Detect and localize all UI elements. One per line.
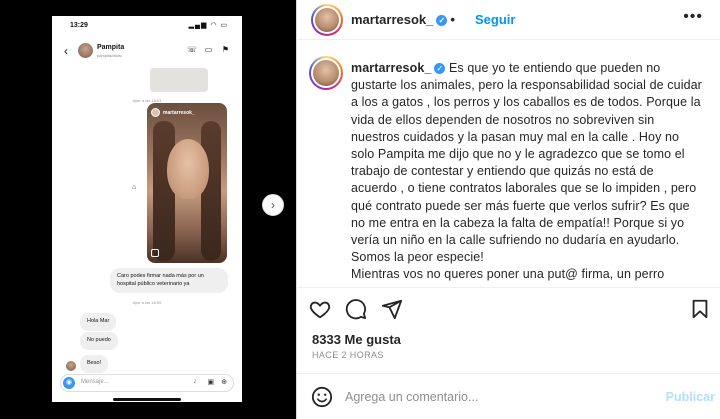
author-avatar[interactable] xyxy=(311,4,343,36)
share-send-icon[interactable] xyxy=(381,298,403,320)
post-caption: martarresok_ ✓ Es que yo te entiendo que … xyxy=(351,60,703,284)
caption-line: acuerdo , o tiene contratos laborales qu… xyxy=(351,181,697,196)
separator-dot: • xyxy=(450,12,455,27)
dm-reply-avatar xyxy=(66,361,76,371)
caption-line: qué contrato puede ser más fuerte que ve… xyxy=(351,198,690,213)
previous-message-crop xyxy=(150,68,208,92)
dm-screenshot-image: 13:29 ▂▄▆ ◠ ▭ ‹ Pampita pampitaoficial ☏… xyxy=(52,16,242,402)
comment-input[interactable]: Agrega un comentario... xyxy=(345,390,478,404)
caption-line: Es que yo te entiendo que pueden no xyxy=(449,61,661,75)
caption-line: nuestros cuidados y la pasan muy mal en … xyxy=(351,129,680,144)
status-time: 13:29 xyxy=(70,22,88,29)
caption-line: vería un niño en la calle sufriendo no d… xyxy=(351,233,680,248)
caption-username[interactable]: martarresok_ xyxy=(351,61,431,75)
caption-avatar[interactable] xyxy=(309,56,343,90)
caption-line: solo Pampita me dijo que no y le agradez… xyxy=(351,147,685,162)
dm-message-sent: Caro podes firmar nada más por un hospit… xyxy=(110,268,228,293)
back-arrow-icon: ‹ xyxy=(64,44,68,58)
story-username: martarresok_ xyxy=(163,109,195,116)
caption-line: trabajo de contestar y entiendo que quiz… xyxy=(351,164,654,179)
gallery-icon: ▣ xyxy=(207,379,215,386)
signal-icons: ▂▄▆ ◠ ▭ xyxy=(188,22,228,29)
post-details-panel: martarresok_ ✓ • Seguir ••• martarresok_ ✓ … xyxy=(296,0,720,419)
post-media[interactable]: 13:29 ▂▄▆ ◠ ▭ ‹ Pampita pampitaoficial ☏… xyxy=(0,0,296,419)
dm-header-icons: ☏ ▭ ⚑ xyxy=(187,45,230,54)
dm-reply-2: No puedo xyxy=(80,332,118,350)
dm-reply-3: Beso! xyxy=(80,355,109,373)
dm-header: ‹ Pampita pampitaoficial ☏ ▭ ⚑ xyxy=(52,40,242,64)
publish-button[interactable]: Publicar xyxy=(666,390,715,404)
caption-text: Es que yo te entiendo que pueden no gusta… xyxy=(351,61,702,284)
phone-icon: ☏ xyxy=(187,45,198,54)
emoji-smile-icon[interactable] xyxy=(311,386,333,408)
story-face xyxy=(167,139,209,199)
phone-status-bar: 13:29 ▂▄▆ ◠ ▭ xyxy=(52,20,242,34)
follow-button[interactable]: Seguir xyxy=(475,12,515,27)
author-username[interactable]: martarresok_ xyxy=(351,12,433,27)
caption-line: no me entra en la cabeza la falta de emp… xyxy=(351,215,685,230)
dm-composer: ◉ Mensaje... ♩ ▣ ⊕ xyxy=(60,374,234,392)
flag-icon: ⚑ xyxy=(221,45,230,54)
story-header: martarresok_ xyxy=(151,108,195,117)
caption-line: gustarte los animales, pero la responsab… xyxy=(351,78,702,93)
video-icon: ▭ xyxy=(204,45,213,54)
verified-badge-icon: ✓ xyxy=(436,15,448,26)
next-slide-button[interactable]: › xyxy=(262,194,284,216)
share-icon: ⌂ xyxy=(132,184,137,191)
like-heart-icon[interactable] xyxy=(309,298,331,320)
like-count[interactable]: 8333 Me gusta xyxy=(312,332,401,347)
home-indicator xyxy=(113,398,181,401)
shared-story-preview: martarresok_ xyxy=(147,103,227,263)
caption-line: vida de ellos dependen de nosotros no so… xyxy=(351,112,655,127)
comment-bar: Agrega un comentario... Publicar xyxy=(297,373,720,419)
more-options-icon[interactable]: ••• xyxy=(683,8,703,26)
dm-reply-1: Hola Mar xyxy=(80,313,117,331)
camera-icon: ◉ xyxy=(63,377,75,389)
story-media-icon xyxy=(151,249,159,257)
dm-contact-avatar xyxy=(78,43,93,58)
comment-icon[interactable] xyxy=(345,298,367,320)
post-header: martarresok_ ✓ • Seguir ••• xyxy=(297,0,720,40)
dm-contact-name: Pampita xyxy=(97,44,125,51)
dm-timestamp-2: Ayer a las 16:59 xyxy=(132,300,162,305)
dm-contact-handle: pampitaoficial xyxy=(97,53,122,58)
save-bookmark-icon[interactable] xyxy=(689,298,711,320)
instagram-post-view: 13:29 ▂▄▆ ◠ ▭ ‹ Pampita pampitaoficial ☏… xyxy=(0,0,720,419)
add-icon: ⊕ xyxy=(221,379,227,386)
caption-line: Mientras vos no queres poner una put@ fi… xyxy=(351,267,665,282)
caption-area: martarresok_ ✓ Es que yo te entiendo que … xyxy=(297,54,720,284)
caption-line: Somos la peor especie! xyxy=(351,250,484,265)
mic-icon: ♩ xyxy=(193,378,201,385)
post-timestamp[interactable]: HACE 2 HORAS xyxy=(312,350,384,360)
dm-composer-icons: ♩ ▣ ⊕ xyxy=(194,378,228,386)
dm-composer-placeholder: Mensaje... xyxy=(81,379,109,385)
caption-verified-icon: ✓ xyxy=(434,63,446,74)
post-actions xyxy=(297,287,720,331)
caption-line: a los a gatos , los perros y los caballo… xyxy=(351,95,701,110)
story-avatar xyxy=(151,108,160,117)
